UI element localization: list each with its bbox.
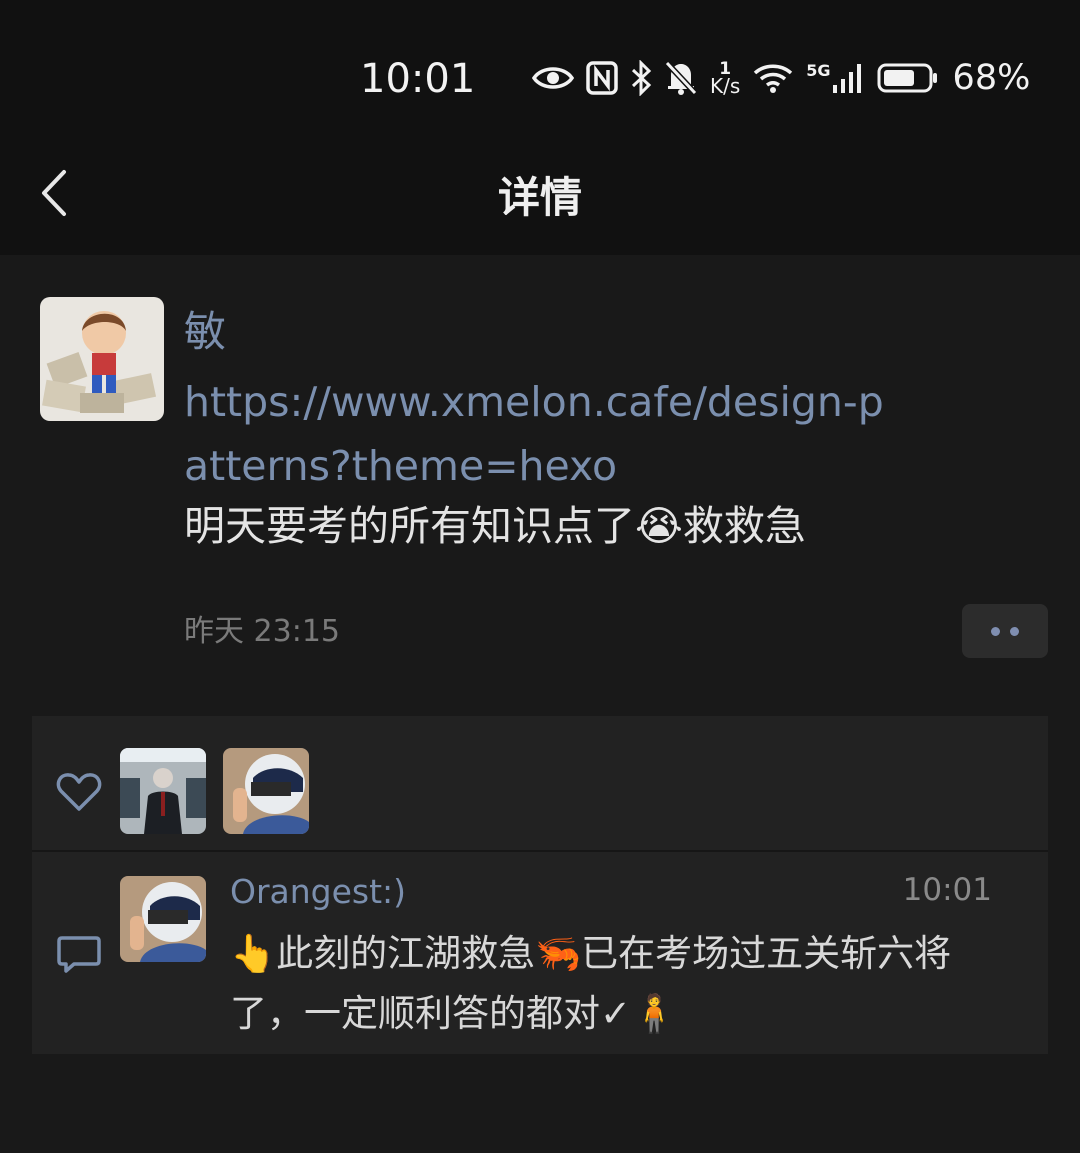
battery-icon xyxy=(877,62,939,94)
commenter-avatar[interactable] xyxy=(120,876,206,962)
battery-percent: 68% xyxy=(952,58,1031,98)
bluetooth-icon xyxy=(630,60,652,96)
more-dot-icon xyxy=(1010,626,1019,636)
author-name[interactable]: 敏 xyxy=(184,298,226,359)
eye-icon xyxy=(532,64,574,92)
comment-icon xyxy=(56,934,102,978)
post-link[interactable]: https://www.xmelon.cafe/design-patterns?… xyxy=(184,370,904,498)
status-icons: 1 K/s 5G 68% xyxy=(532,58,1030,98)
divider xyxy=(32,850,1048,852)
status-time: 10:01 xyxy=(360,56,476,102)
wifi-icon xyxy=(752,62,794,94)
status-bar: 10:01 1 K/s 5G 68% xyxy=(0,0,1080,150)
author-avatar[interactable] xyxy=(40,297,164,421)
signal-icon: 5G xyxy=(806,61,864,95)
mute-bell-icon xyxy=(664,60,698,96)
commenter-name[interactable]: Orangest:) xyxy=(230,872,406,911)
page-title: 详情 xyxy=(497,173,582,222)
more-dot-icon xyxy=(991,626,1000,636)
interaction-panel: Orangest:) 10:01 👆此刻的江湖救急🦐已在考场过五关斩六将了，一定… xyxy=(32,716,1048,1054)
post-time: 昨天 23:15 xyxy=(184,614,340,649)
comment-time: 10:01 xyxy=(902,872,992,908)
liker-avatar[interactable] xyxy=(120,748,206,834)
network-speed: 1 K/s xyxy=(710,59,741,98)
nfc-icon xyxy=(586,61,618,95)
comment-text: 👆此刻的江湖救急🦐已在考场过五关斩六将了，一定顺利答的都对✓🧍 xyxy=(230,932,952,1035)
liker-avatar[interactable] xyxy=(223,748,309,834)
crying-emoji: 😭 xyxy=(635,502,683,550)
more-actions-button[interactable] xyxy=(962,604,1048,658)
likes-row xyxy=(32,716,1048,850)
post-text: 明天要考的所有知识点了😭救救急 xyxy=(184,502,806,550)
heart-icon xyxy=(56,772,102,816)
top-app-bar: 详情 xyxy=(0,150,1080,255)
